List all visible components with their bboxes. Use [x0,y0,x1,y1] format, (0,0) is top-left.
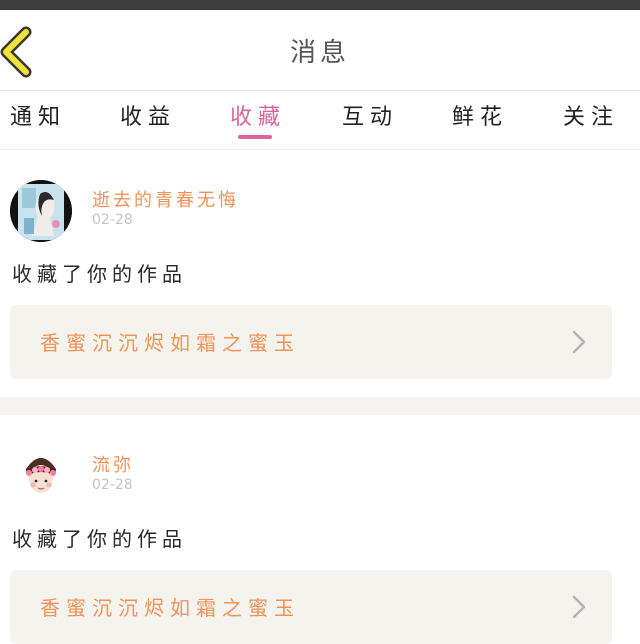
status-bar [0,0,640,10]
avatar-image [10,180,72,242]
avatar-image [10,443,72,505]
tab-bar: 通知 收益 收藏 互动 鲜花 关注 [0,90,640,150]
avatar[interactable] [10,443,72,505]
message-text: 收藏了你的作品 [12,527,187,551]
page-title: 消息 [289,38,350,68]
tab-interactions[interactable]: 互动 [342,99,398,131]
section-divider [0,397,640,415]
tab-following[interactable]: 关注 [563,99,619,131]
tab-earnings[interactable]: 收益 [120,99,176,131]
work-title: 香蜜沉沉烬如霜之蜜玉 [40,596,300,620]
active-tab-indicator [238,135,272,139]
header: 消息 [0,10,640,90]
message-card: 逝去的青春无悔 02-28 收藏了你的作品 香蜜沉沉烬如霜之蜜玉 [0,150,640,397]
tab-flowers[interactable]: 鲜花 [452,99,508,131]
username[interactable]: 流弥 [92,451,134,477]
message-card: 流弥 02-28 收藏了你的作品 香蜜沉沉烬如霜之蜜玉 [0,415,640,644]
work-link[interactable]: 香蜜沉沉烬如霜之蜜玉 [10,570,612,644]
tab-favorites[interactable]: 收藏 [230,99,286,131]
message-text: 收藏了你的作品 [12,262,187,286]
message-date: 02-28 [92,212,133,228]
tab-notifications[interactable]: 通知 [10,99,66,131]
username[interactable]: 逝去的青春无悔 [92,186,239,212]
avatar[interactable] [10,180,72,242]
work-link[interactable]: 香蜜沉沉烬如霜之蜜玉 [10,305,612,379]
chevron-right-icon [572,330,586,354]
message-date: 02-28 [92,477,133,493]
work-title: 香蜜沉沉烬如霜之蜜玉 [40,331,300,355]
chevron-right-icon [572,595,586,619]
